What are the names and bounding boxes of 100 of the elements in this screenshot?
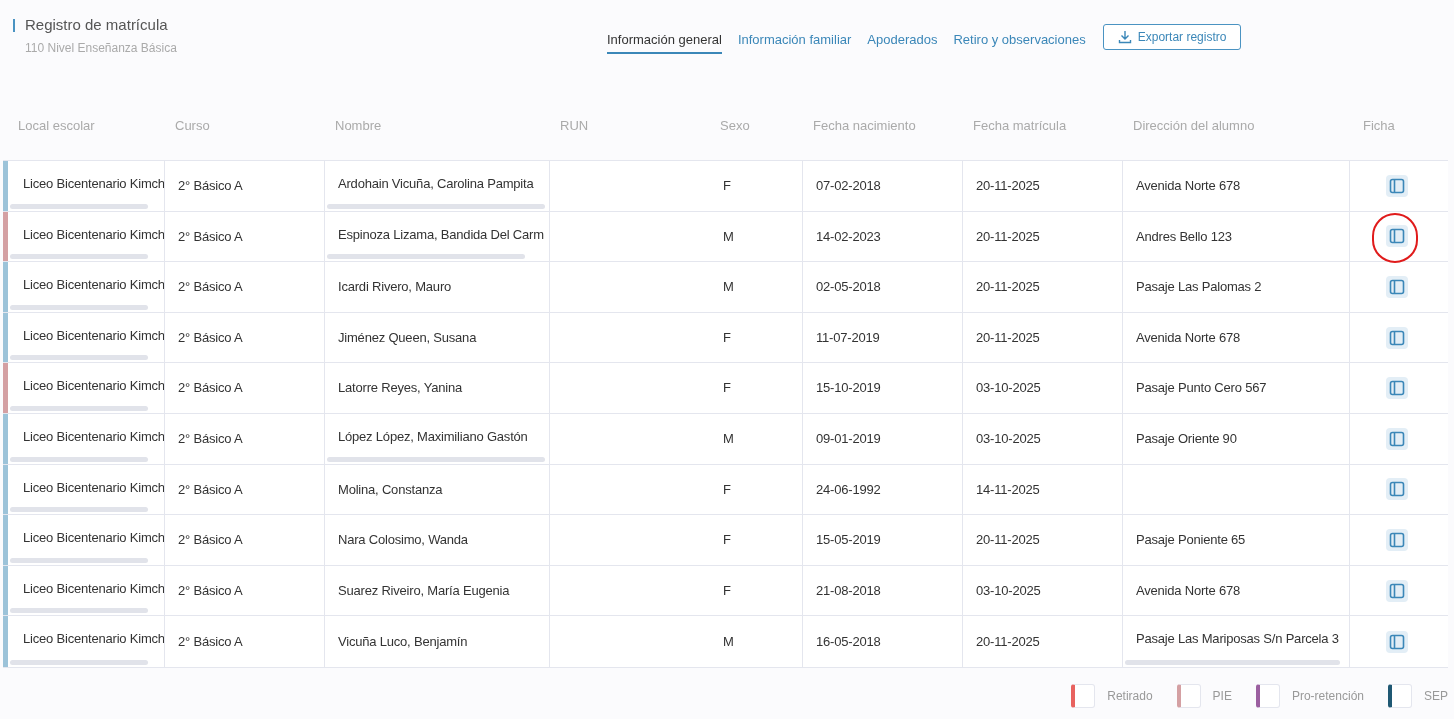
record-button[interactable] <box>1385 225 1408 248</box>
scrollbar[interactable] <box>10 507 148 513</box>
tab[interactable]: Apoderados <box>867 30 938 54</box>
table-cell-text: 2° Básico A <box>178 177 243 196</box>
table-cell-text: Espinoza Lizama, Bandida Del Carm <box>338 225 544 244</box>
table-cell-text: F <box>723 531 731 550</box>
table-cell-text: Latorre Reyes, Yanina <box>338 379 462 398</box>
record-button[interactable] <box>1385 174 1408 197</box>
table-cell-text: F <box>723 328 731 347</box>
page-title: Registro de matrícula <box>25 15 168 35</box>
table-cell-text: Andres Bello 123 <box>1136 227 1232 246</box>
table-cell-text: 2° Básico A <box>178 278 243 297</box>
table-cell-text: Pasaje Oriente 90 <box>1136 430 1237 448</box>
record-button[interactable] <box>1385 630 1408 653</box>
record-button[interactable] <box>1385 276 1408 298</box>
legend-label: SEP <box>1424 687 1448 705</box>
table-cell-text: Liceo Bicentenario Kimch <box>23 427 164 446</box>
table-cell-text: 2° Básico A <box>178 531 243 550</box>
column-header: Nombre <box>335 118 382 133</box>
table-cell-text: 03-10-2025 <box>976 581 1041 600</box>
record-button[interactable] <box>1385 579 1408 602</box>
scrollbar[interactable] <box>10 557 148 563</box>
table-cell-text: 20-11-2025 <box>976 328 1040 347</box>
record-button[interactable] <box>1385 326 1408 349</box>
table-cell-text: Icardi Rivero, Mauro <box>338 278 452 297</box>
scrollbar[interactable] <box>10 203 148 209</box>
panel-icon <box>1388 177 1405 194</box>
scrollbar[interactable] <box>10 456 148 462</box>
table-cell-text: 20-11-2025 <box>976 278 1040 297</box>
scrollbar[interactable] <box>10 355 148 361</box>
table-cell-text: 20-11-2025 <box>976 632 1040 651</box>
table-cell-text: 07-02-2018 <box>816 177 881 196</box>
scrollbar[interactable] <box>1125 659 1340 665</box>
tab[interactable]: Retiro y observaciones <box>953 30 1086 54</box>
panel-icon <box>1388 380 1405 397</box>
table-cell-text: 15-10-2019 <box>816 379 881 398</box>
record-button[interactable] <box>1385 427 1408 450</box>
column-header: Sexo <box>720 118 750 133</box>
table-cell-text: Avenida Norte 678 <box>1136 177 1241 196</box>
table-cell-text: Pasaje Punto Cero 567 <box>1136 379 1267 398</box>
scrollbar[interactable] <box>10 405 148 411</box>
panel-icon <box>1388 582 1405 599</box>
table-cell-text: F <box>723 480 731 499</box>
table-cell-text: 14-11-2025 <box>976 480 1040 499</box>
scrollbar[interactable] <box>327 254 525 260</box>
scrollbar[interactable] <box>327 203 545 209</box>
table-cell-text: 2° Básico A <box>178 328 243 347</box>
table-cell-text: M <box>723 278 734 297</box>
table-cell-text: Avenida Norte 678 <box>1136 328 1241 347</box>
table-cell-text: Liceo Bicentenario Kimch <box>23 326 164 345</box>
column-header: Ficha <box>1363 118 1395 133</box>
table-cell-text: F <box>723 177 731 196</box>
table-cell-text: 2° Básico A <box>178 632 243 651</box>
table-cell-text: Pasaje Poniente 65 <box>1136 531 1246 550</box>
column-header: Fecha matrícula <box>973 118 1067 133</box>
table-cell-text: 2° Básico A <box>178 227 243 246</box>
table-cell-text: Liceo Bicentenario Kimch <box>23 579 164 598</box>
scrollbar[interactable] <box>327 456 545 462</box>
table-cell-text: Jiménez Queen, Susana <box>338 328 477 347</box>
table-cell-text: 20-11-2025 <box>976 227 1040 246</box>
table-cell-text: 09-01-2019 <box>816 430 881 448</box>
table-cell-text: Vicuña Luco, Benjamín <box>338 632 468 651</box>
table-cell-text: 24-06-1992 <box>816 480 881 499</box>
panel-icon <box>1388 279 1405 295</box>
legend-label: PIE <box>1212 687 1232 705</box>
panel-icon <box>1388 481 1405 498</box>
export-button[interactable]: Exportar registro <box>1102 24 1242 50</box>
table-cell-text: 2° Básico A <box>178 430 243 448</box>
table-cell-text: 03-10-2025 <box>976 430 1041 448</box>
table-cell-text: M <box>723 632 734 651</box>
table-cell-text: Ardohain Vicuña, Carolina Pampita <box>338 175 534 193</box>
panel-icon <box>1388 329 1405 346</box>
table-cell-text: Liceo Bicentenario Kimch <box>23 630 164 649</box>
table-cell-text: 14-02-2023 <box>816 227 881 246</box>
record-button[interactable] <box>1385 377 1408 400</box>
tab[interactable]: Información general <box>607 30 722 54</box>
column-header: Local escolar <box>18 118 95 133</box>
scrollbar[interactable] <box>10 254 148 260</box>
table-cell-text: Liceo Bicentenario Kimch <box>23 225 164 244</box>
table-cell-text: Liceo Bicentenario Kimch <box>23 529 164 548</box>
table-cell-text: 21-08-2018 <box>816 581 881 600</box>
table-cell-text: 11-07-2019 <box>816 328 880 347</box>
table-cell-text: M <box>723 227 734 246</box>
record-button[interactable] <box>1385 528 1408 551</box>
table-cell-text: Avenida Norte 678 <box>1136 581 1241 600</box>
scrollbar[interactable] <box>10 304 148 310</box>
table-cell-text: M <box>723 430 734 448</box>
table-cell-text: 2° Básico A <box>178 379 243 398</box>
table-cell-text: 2° Básico A <box>178 480 243 499</box>
panel-icon <box>1388 228 1405 245</box>
tab[interactable]: Información familiar <box>737 30 852 54</box>
column-header: Fecha nacimiento <box>813 118 916 133</box>
table-cell-text: Liceo Bicentenario Kimch <box>23 276 164 295</box>
table-cell-text: Molina, Constanza <box>338 480 443 499</box>
table-cell-text: 16-05-2018 <box>816 632 881 651</box>
column-header: RUN <box>560 118 589 133</box>
scrollbar[interactable] <box>10 608 148 614</box>
record-button[interactable] <box>1385 478 1408 501</box>
scrollbar[interactable] <box>10 659 148 665</box>
page-subtitle: 110 Nivel Enseñanza Básica <box>25 39 178 57</box>
